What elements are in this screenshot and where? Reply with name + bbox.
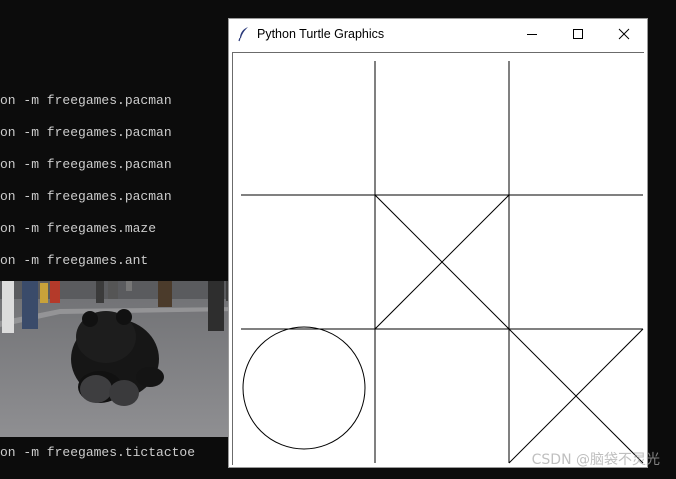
maximize-button[interactable] [555, 19, 601, 49]
maximize-icon [573, 29, 583, 39]
tictactoe-board[interactable] [233, 53, 644, 465]
watermark: CSDN @脑袋不灵光 [531, 452, 660, 468]
photo-image [0, 281, 237, 437]
terminal-line: on -m freegames.pacman [0, 125, 172, 140]
title-bar[interactable]: Python Turtle Graphics [229, 19, 647, 49]
turtle-canvas[interactable] [232, 52, 644, 465]
minimize-icon [527, 34, 537, 35]
minimize-button[interactable] [509, 19, 555, 49]
x-mark [508, 328, 644, 464]
terminal-line: on -m freegames.pacman [0, 93, 172, 108]
terminal-line: on -m freegames.tictactoe [0, 445, 196, 460]
terminal-line: on -m freegames.ant [0, 253, 149, 268]
turtle-window[interactable]: Python Turtle Graphics [228, 18, 648, 468]
o-mark [242, 326, 366, 450]
x-mark [374, 194, 510, 330]
window-title: Python Turtle Graphics [257, 27, 385, 41]
terminal-line: on -m freegames.pacman [0, 157, 172, 172]
feather-icon [237, 26, 251, 42]
close-icon [618, 28, 630, 40]
embedded-photo [0, 281, 237, 437]
close-button[interactable] [601, 19, 647, 49]
terminal-line: on -m freegames.pacman [0, 189, 172, 204]
screen: on -m freegames.pacman on -m freegames.p… [0, 0, 676, 479]
terminal-line: on -m freegames.maze [0, 221, 157, 236]
